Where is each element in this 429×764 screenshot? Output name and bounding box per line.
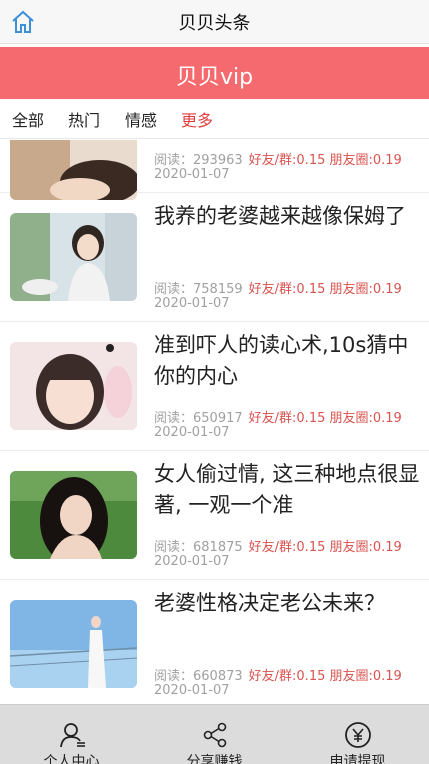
nav-label: 个人中心 <box>43 754 100 764</box>
article-thumbnail <box>10 342 137 430</box>
share-icon <box>201 721 229 749</box>
category-tabs: 全部 热门 情感 更多 <box>0 99 429 139</box>
article-title: 准到吓人的读心术,10s猜中你的内心 <box>154 333 409 388</box>
tab-more[interactable]: 更多 <box>181 107 213 131</box>
article-date: 2020-01-07 <box>154 683 230 698</box>
article-date: 2020-01-07 <box>154 425 230 440</box>
article-item[interactable]: 阅读：293963 好友/群:0.15 朋友圈:0.19 2020-01-07 <box>0 140 429 200</box>
nav-label: 申请提现 <box>329 754 386 764</box>
article-thumbnail <box>10 600 137 688</box>
article-title: 女人偷过情, 这三种地点很显著, 一观一个准 <box>154 462 420 517</box>
article-list: 阅读：293963 好友/群:0.15 朋友圈:0.19 2020-01-07 我… <box>0 140 429 704</box>
article-thumbnail <box>10 471 137 559</box>
nav-personal-center[interactable]: 个人中心 <box>0 705 143 764</box>
nav-share-earn[interactable]: 分享赚钱 <box>143 705 286 764</box>
article-meta: 阅读：293963 好友/群:0.15 朋友圈:0.19 <box>154 153 402 168</box>
article-item[interactable]: 准到吓人的读心术,10s猜中你的内心 阅读：650917 好友/群:0.15 朋友… <box>0 322 429 451</box>
article-item[interactable]: 女人偷过情, 这三种地点很显著, 一观一个准 阅读：681875 好友/群:0.1… <box>0 451 429 580</box>
tab-all[interactable]: 全部 <box>12 107 44 131</box>
article-thumbnail <box>10 140 137 200</box>
page-title: 贝贝头条 <box>178 13 251 34</box>
nav-withdraw[interactable]: 申请提现 <box>286 705 429 764</box>
article-title: 我养的老婆越来越像保姆了 <box>154 204 406 228</box>
nav-label: 分享赚钱 <box>186 754 243 764</box>
article-item[interactable]: 老婆性格决定老公未来？ 阅读：660873 好友/群:0.15 朋友圈:0.19 … <box>0 580 429 704</box>
top-bar: 贝贝头条 <box>0 0 429 44</box>
article-date: 2020-01-07 <box>154 554 230 569</box>
article-meta: 阅读：758159 好友/群:0.15 朋友圈:0.19 <box>154 282 402 297</box>
banner-title: 贝贝vip <box>175 65 254 90</box>
article-meta: 阅读：660873 好友/群:0.15 朋友圈:0.19 <box>154 669 402 684</box>
vip-banner: 贝贝vip <box>0 47 429 99</box>
yen-icon <box>344 721 372 749</box>
article-meta: 阅读：650917 好友/群:0.15 朋友圈:0.19 <box>154 411 402 426</box>
tab-hot[interactable]: 热门 <box>68 107 100 131</box>
article-meta: 阅读：681875 好友/群:0.15 朋友圈:0.19 <box>154 540 402 555</box>
article-item[interactable]: 我养的老婆越来越像保姆了 阅读：758159 好友/群:0.15 朋友圈:0.19… <box>0 193 429 322</box>
tab-emotion[interactable]: 情感 <box>125 107 157 131</box>
bottom-nav: 个人中心 分享赚钱 申请提现 <box>0 704 429 764</box>
article-date: 2020-01-07 <box>154 167 230 182</box>
article-thumbnail <box>10 213 137 301</box>
article-title: 老婆性格决定老公未来？ <box>154 591 385 615</box>
article-date: 2020-01-07 <box>154 296 230 311</box>
user-icon <box>58 721 86 749</box>
